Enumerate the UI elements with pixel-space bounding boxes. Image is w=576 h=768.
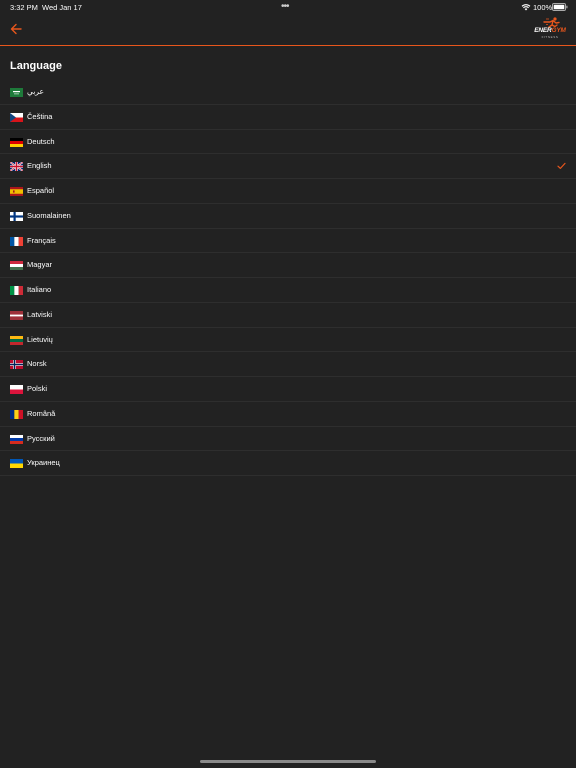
language-option-hu[interactable]: Magyar bbox=[0, 253, 576, 278]
language-label: English bbox=[27, 161, 52, 171]
flag-pl-icon bbox=[10, 385, 23, 394]
language-option-pl[interactable]: Polski bbox=[0, 377, 576, 402]
language-option-cz[interactable]: Čeština bbox=[0, 105, 576, 130]
flag-hu-icon bbox=[10, 261, 23, 271]
language-list: عربي Čeština Deutsch English Español Suomalai… bbox=[0, 80, 576, 476]
flag-lt-icon bbox=[10, 335, 23, 345]
language-label: Latviski bbox=[27, 309, 53, 319]
language-label: Украинец bbox=[27, 458, 60, 468]
flag-ro-icon bbox=[10, 409, 23, 419]
checkmark-icon bbox=[557, 163, 566, 170]
language-option-gb[interactable]: English bbox=[0, 154, 576, 179]
language-option-ua[interactable]: Украинец bbox=[0, 451, 576, 476]
language-option-ru[interactable]: Русский bbox=[0, 427, 576, 452]
flag-gb-icon bbox=[10, 162, 23, 172]
status-time: 3:32 PM bbox=[10, 3, 38, 12]
language-label: Magyar bbox=[27, 260, 53, 270]
flag-fr-icon bbox=[10, 236, 23, 246]
flag-es-icon bbox=[10, 187, 23, 196]
language-label: عربي bbox=[27, 87, 44, 96]
flag-ru-icon bbox=[10, 434, 23, 444]
language-label: Русский bbox=[27, 433, 55, 443]
flag-fi-icon bbox=[10, 211, 23, 221]
language-label: Español bbox=[27, 186, 55, 195]
flag-de-icon bbox=[10, 137, 23, 147]
language-label: Suomalainen bbox=[27, 210, 71, 220]
language-label: Français bbox=[27, 235, 56, 245]
battery-percent: 100% bbox=[533, 3, 553, 12]
language-option-ro[interactable]: Română bbox=[0, 402, 576, 427]
battery-icon bbox=[552, 3, 568, 11]
status-date: Wed Jan 17 bbox=[42, 3, 82, 12]
language-option-es[interactable]: Español bbox=[0, 179, 576, 204]
language-option-it[interactable]: Italiano bbox=[0, 278, 576, 303]
language-option-lt[interactable]: Lietuvių bbox=[0, 328, 576, 353]
page-title: Language bbox=[10, 60, 62, 72]
nav-bar: ENERGYM FITNESS bbox=[0, 14, 576, 46]
status-bar: 3:32 PM Wed Jan 17 ••• 100% bbox=[0, 0, 576, 14]
multitasking-dots-icon[interactable]: ••• bbox=[281, 1, 289, 12]
wifi-icon bbox=[521, 4, 531, 11]
flag-lv-icon bbox=[10, 310, 23, 320]
language-option-lv[interactable]: Latviski bbox=[0, 303, 576, 328]
language-option-de[interactable]: Deutsch bbox=[0, 130, 576, 155]
language-option-fr[interactable]: Français bbox=[0, 229, 576, 254]
language-label: Italiano bbox=[27, 285, 52, 294]
logo-tagline: FITNESS bbox=[541, 35, 559, 39]
language-option-fi[interactable]: Suomalainen bbox=[0, 204, 576, 229]
back-arrow-icon[interactable] bbox=[8, 21, 26, 37]
energym-logo: ENERGYM FITNESS bbox=[532, 17, 568, 41]
language-label: Polski bbox=[27, 384, 48, 393]
language-label: Deutsch bbox=[27, 136, 55, 146]
flag-it-icon bbox=[10, 286, 23, 295]
flag-ua-icon bbox=[10, 459, 23, 469]
language-label: Lietuvių bbox=[27, 334, 53, 344]
language-option-no[interactable]: Norsk bbox=[0, 352, 576, 377]
language-label: Norsk bbox=[27, 359, 47, 369]
flag-no-icon bbox=[10, 360, 23, 370]
language-label: Čeština bbox=[27, 111, 53, 121]
language-label: Română bbox=[27, 408, 56, 418]
home-indicator[interactable] bbox=[200, 760, 376, 763]
flag-sa-icon bbox=[10, 88, 23, 97]
logo-wordmark: ENERGYM bbox=[534, 27, 566, 34]
flag-cz-icon bbox=[10, 112, 23, 122]
language-option-sa[interactable]: عربي bbox=[0, 80, 576, 105]
